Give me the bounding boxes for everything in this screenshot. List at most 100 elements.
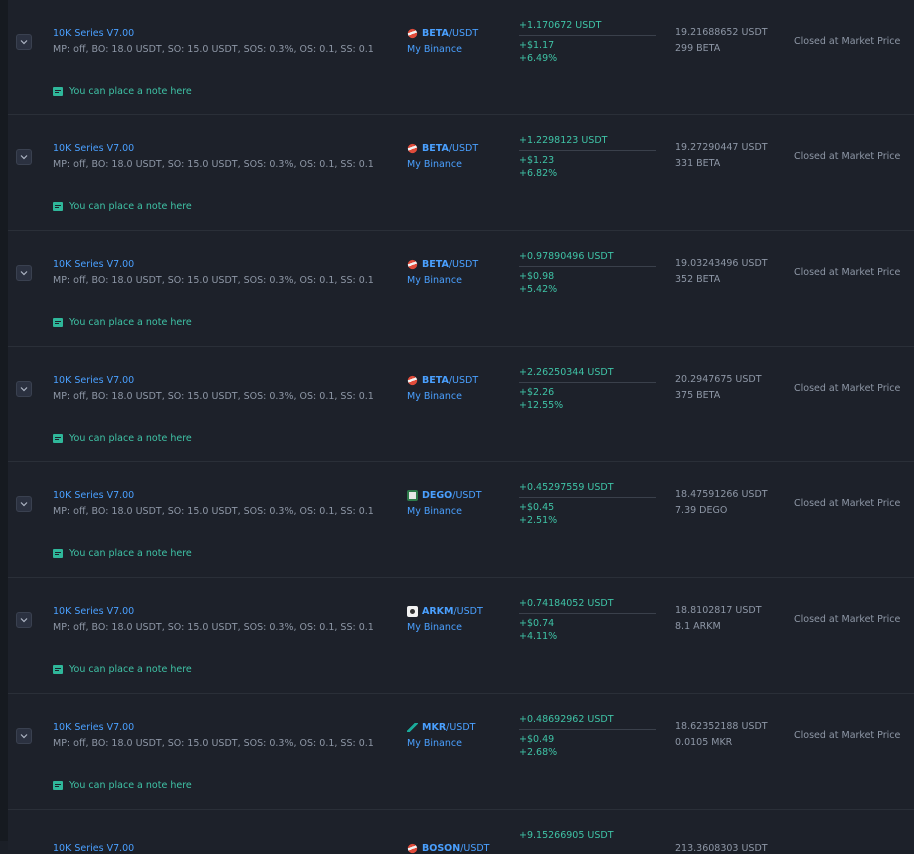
beta-coin-icon [407,259,418,270]
pair-link[interactable]: BETA/USDT [407,143,478,154]
deal-row: 10K Series V7.00 MP: off, BO: 18.0 USDT,… [8,231,914,347]
pair-link[interactable]: BETA/USDT [407,375,478,386]
profit-usdt: +9.15266905 USDT [519,830,614,841]
bot-name-link[interactable]: 10K Series V7.00 [53,375,134,386]
pair-base: ARKM [422,606,454,617]
bot-params: MP: off, BO: 18.0 USDT, SO: 15.0 USDT, S… [53,159,374,170]
note-icon [53,202,63,211]
exchange-link[interactable]: My Binance [407,391,462,402]
pair-link[interactable]: MKR/USDT [407,722,475,733]
volume: 19.03243496 USDT [675,258,768,269]
pair-quote: /USDT [446,722,476,733]
exchange-link[interactable]: My Binance [407,159,462,170]
exchange-link[interactable]: My Binance [407,622,462,633]
status-text: Closed at Market Price [794,614,901,625]
exchange-link[interactable]: My Binance [407,506,462,517]
note-button[interactable]: You can place a note here [53,664,192,675]
note-button[interactable]: You can place a note here [53,548,192,559]
profit-divider [519,35,656,36]
note-icon [53,434,63,443]
exchange-link[interactable]: My Binance [407,275,462,286]
bot-name-link[interactable]: 10K Series V7.00 [53,259,134,270]
dego-coin-icon [407,490,418,501]
expand-row-button[interactable] [16,381,32,397]
profit-usd: +$0.45 [519,502,555,513]
chevron-down-icon [20,502,28,507]
expand-row-button[interactable] [16,34,32,50]
amount: 352 BETA [675,274,721,285]
bot-params: MP: off, BO: 18.0 USDT, SO: 15.0 USDT, S… [53,506,374,517]
pair-link[interactable]: BOSON/USDT [407,843,490,854]
amount: 331 BETA [675,158,721,169]
note-button[interactable]: You can place a note here [53,433,192,444]
profit-percent: +4.11% [519,631,558,642]
note-text: You can place a note here [69,86,192,97]
status-text: Closed at Market Price [794,36,901,47]
note-button[interactable]: You can place a note here [53,86,192,97]
note-text: You can place a note here [69,780,192,791]
profit-percent: +2.51% [519,515,558,526]
bot-params: MP: off, BO: 18.0 USDT, SO: 15.0 USDT, S… [53,391,374,402]
profit-divider [519,266,656,267]
note-text: You can place a note here [69,201,192,212]
note-icon [53,87,63,96]
bot-name-link[interactable]: 10K Series V7.00 [53,722,134,733]
bot-params: MP: off, BO: 18.0 USDT, SO: 15.0 USDT, S… [53,44,374,55]
bot-name-link[interactable]: 10K Series V7.00 [53,28,134,39]
amount: 299 BETA [675,43,721,54]
profit-percent: +6.49% [519,53,558,64]
expand-row-button[interactable] [16,612,32,628]
exchange-link[interactable]: My Binance [407,738,462,749]
chevron-down-icon [20,734,28,739]
generic-coin-icon [407,843,418,854]
note-text: You can place a note here [69,433,192,444]
expand-row-button[interactable] [16,728,32,744]
exchange-link[interactable]: My Binance [407,44,462,55]
expand-row-button[interactable] [16,496,32,512]
expand-row-button[interactable] [16,265,32,281]
profit-percent: +12.55% [519,400,564,411]
note-text: You can place a note here [69,548,192,559]
note-icon [53,549,63,558]
pair-quote: /USDT [448,143,479,154]
pair-link[interactable]: BETA/USDT [407,28,478,39]
pair-quote: /USDT [460,843,490,854]
profit-divider [519,497,656,498]
pair-base: DEGO [422,490,453,501]
pair-quote: /USDT [452,490,482,501]
pair-link[interactable]: DEGO/USDT [407,490,482,501]
pair-base: BETA [422,259,449,270]
bot-name-link[interactable]: 10K Series V7.00 [53,606,134,617]
chevron-down-icon [20,271,28,276]
beta-coin-icon [407,375,418,386]
volume: 18.62352188 USDT [675,721,768,732]
bot-name-link[interactable]: 10K Series V7.00 [53,490,134,501]
profit-percent: +5.42% [519,284,558,295]
bot-params: MP: off, BO: 18.0 USDT, SO: 15.0 USDT, S… [53,275,374,286]
pair-link[interactable]: ARKM/USDT [407,606,483,617]
profit-usdt: +0.48692962 USDT [519,714,614,725]
profit-divider [519,613,656,614]
pair-link[interactable]: BETA/USDT [407,259,478,270]
pair-quote: /USDT [453,606,483,617]
note-button[interactable]: You can place a note here [53,201,192,212]
volume: 18.8102817 USDT [675,605,762,616]
note-button[interactable]: You can place a note here [53,780,192,791]
expand-row-button[interactable] [16,149,32,165]
amount: 7.39 DEGO [675,505,728,516]
deal-row: 10K Series V7.00 MP: off, BO: 18.0 USDT,… [8,347,914,462]
bot-params: MP: off, BO: 18.0 USDT, SO: 15.0 USDT, S… [53,622,374,633]
note-text: You can place a note here [69,664,192,675]
beta-coin-icon [407,28,418,39]
profit-usd: +$1.17 [519,40,555,51]
bot-name-link[interactable]: 10K Series V7.00 [53,143,134,154]
profit-usdt: +2.26250344 USDT [519,367,614,378]
chevron-down-icon [20,618,28,623]
pair-base: BOSON [422,843,461,854]
pair-base: BETA [422,143,449,154]
profit-usd: +$1.23 [519,155,555,166]
bot-name-link[interactable]: 10K Series V7.00 [53,843,134,854]
status-text: Closed at Market Price [794,498,901,509]
note-button[interactable]: You can place a note here [53,317,192,328]
pair-base: BETA [422,28,449,39]
